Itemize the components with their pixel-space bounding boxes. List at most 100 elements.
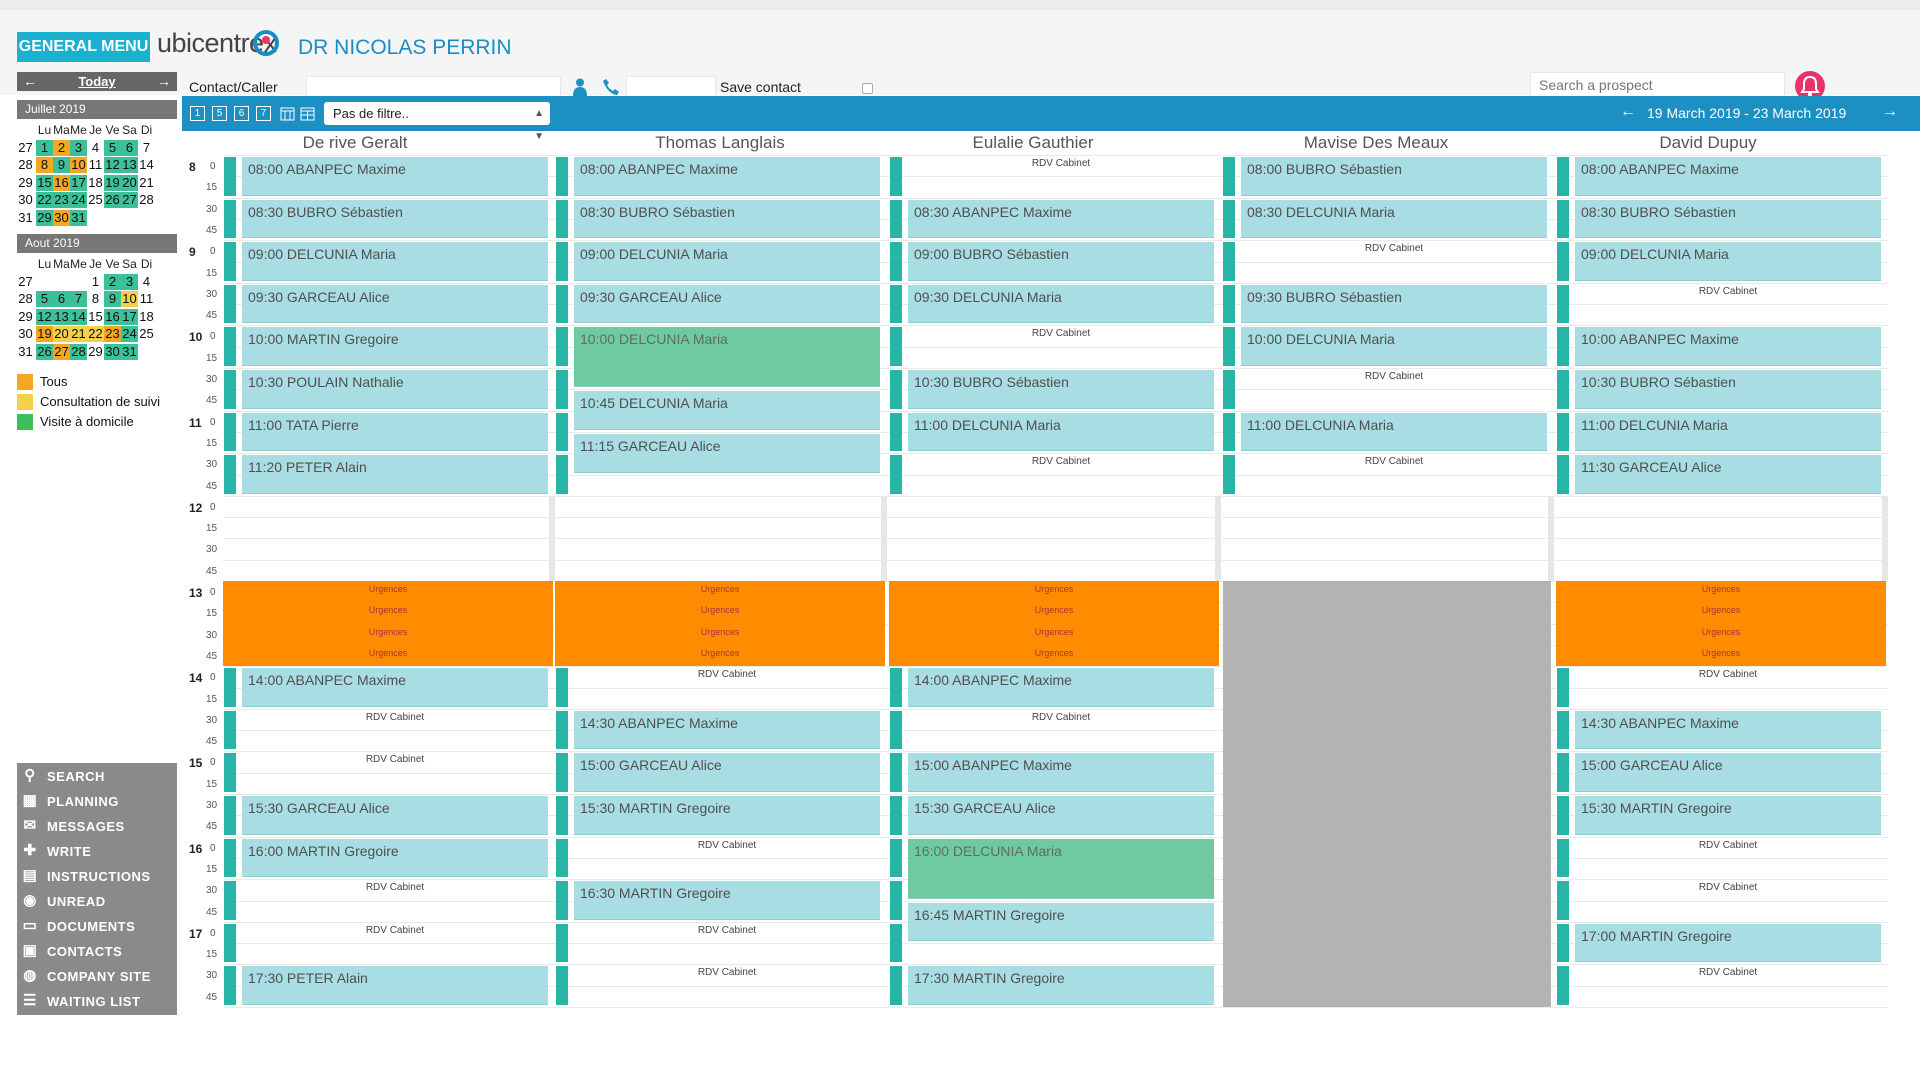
appointment[interactable]: 11:30 GARCEAU Alice: [1575, 455, 1881, 494]
filter-select[interactable]: Pas de filtre.. ▲ ▼: [324, 102, 550, 142]
day-cell[interactable]: 8: [36, 157, 53, 173]
day-cell[interactable]: 30: [53, 209, 70, 226]
slot-marker[interactable]: [224, 668, 236, 707]
appointment[interactable]: 09:30 DELCUNIA Maria: [908, 285, 1214, 323]
slot-marker[interactable]: [890, 200, 902, 238]
appointment[interactable]: 15:00 ABANPEC Maxime: [908, 753, 1214, 792]
appointment[interactable]: 11:15 GARCEAU Alice: [574, 434, 880, 473]
slot-marker[interactable]: [556, 924, 568, 962]
appointment[interactable]: 11:00 DELCUNIA Maria: [1241, 413, 1547, 451]
appointment[interactable]: 16:30 MARTIN Gregoire: [574, 881, 880, 920]
day-cell[interactable]: 1: [36, 139, 53, 156]
day-cell[interactable]: 24: [70, 192, 87, 208]
appointment[interactable]: 10:00 DELCUNIA Maria: [1241, 327, 1547, 366]
view-6-button[interactable]: 6: [234, 106, 249, 121]
day-cell[interactable]: 8: [87, 291, 104, 307]
person-icon[interactable]: [573, 78, 587, 96]
day-cell[interactable]: 5: [36, 291, 53, 307]
day-cell[interactable]: 21: [138, 175, 155, 191]
urgences-block[interactable]: Urgences Urgences Urgences Urgences: [223, 581, 553, 666]
slot-marker[interactable]: [1223, 285, 1235, 323]
side-menu-unread[interactable]: ◉ UNREAD: [17, 888, 177, 913]
side-menu-write[interactable]: ✚ WRITE: [17, 838, 177, 863]
slot-marker[interactable]: [224, 455, 236, 494]
day-cell[interactable]: 27: [121, 192, 138, 208]
slot-marker[interactable]: [556, 668, 568, 707]
day-cell[interactable]: 13: [53, 308, 70, 325]
slot-marker[interactable]: [890, 796, 902, 835]
day-cell[interactable]: 29: [36, 209, 53, 226]
phone-icon[interactable]: [602, 78, 620, 96]
day-cell[interactable]: 15: [87, 309, 104, 325]
slot-marker[interactable]: [1223, 327, 1235, 366]
prev-month-arrow-icon[interactable]: ←: [23, 73, 37, 89]
side-menu-instructions[interactable]: ▤ INSTRUCTIONS: [17, 863, 177, 888]
appointment[interactable]: 15:30 MARTIN Gregoire: [1575, 796, 1881, 835]
appointment[interactable]: 08:30 BUBRO Sébastien: [242, 200, 548, 238]
urgences-block[interactable]: Urgences Urgences Urgences Urgences: [555, 581, 885, 666]
day-cell[interactable]: 18: [138, 309, 155, 325]
slot-marker[interactable]: [1557, 157, 1569, 196]
day-cell[interactable]: 17: [70, 174, 87, 191]
day-cell[interactable]: 17: [121, 308, 138, 325]
side-menu-search[interactable]: ⚲ SEARCH: [17, 763, 177, 788]
appointment[interactable]: 09:00 DELCUNIA Maria: [242, 242, 548, 281]
slot-marker[interactable]: [556, 285, 568, 323]
side-menu-company-site[interactable]: ◍ COMPANY SITE: [17, 963, 177, 988]
slot-marker[interactable]: [224, 413, 236, 451]
view-5-button[interactable]: 5: [212, 106, 227, 121]
slot-marker[interactable]: [890, 711, 902, 749]
day-cell[interactable]: 24: [121, 326, 138, 342]
slot-marker[interactable]: [556, 455, 568, 494]
slot-marker[interactable]: [1223, 370, 1235, 409]
side-menu-documents[interactable]: ▭ DOCUMENTS: [17, 913, 177, 938]
day-cell[interactable]: 23: [53, 192, 70, 208]
view-1-button[interactable]: 1: [190, 106, 205, 121]
slot-marker[interactable]: [890, 668, 902, 707]
slot-marker[interactable]: [1223, 455, 1235, 494]
appointment[interactable]: 08:00 ABANPEC Maxime: [574, 157, 880, 196]
urgences-block[interactable]: Urgences Urgences Urgences Urgences: [1556, 581, 1886, 666]
appointment[interactable]: 10:30 BUBRO Sébastien: [908, 370, 1214, 409]
slot-marker[interactable]: [1557, 668, 1569, 707]
day-cell[interactable]: 1: [87, 274, 104, 290]
day-cell[interactable]: 12: [36, 308, 53, 325]
day-cell[interactable]: 4: [87, 140, 104, 156]
side-menu-messages[interactable]: ✉ MESSAGES: [17, 813, 177, 838]
prev-week-arrow-icon[interactable]: ←: [1620, 103, 1636, 121]
appointment[interactable]: 17:00 MARTIN Gregoire: [1575, 924, 1881, 962]
day-cell[interactable]: 20: [121, 174, 138, 191]
slot-marker[interactable]: [1557, 413, 1569, 451]
day-cell[interactable]: 25: [87, 192, 104, 208]
day-cell[interactable]: 11: [87, 157, 104, 173]
slot-marker[interactable]: [1223, 413, 1235, 451]
slot-marker[interactable]: [1557, 753, 1569, 792]
appointment[interactable]: 11:00 DELCUNIA Maria: [1575, 413, 1881, 451]
day-cell[interactable]: 10: [70, 157, 87, 173]
next-week-arrow-icon[interactable]: →: [1882, 103, 1898, 121]
slot-marker[interactable]: [556, 413, 568, 451]
appointment[interactable]: 09:00 DELCUNIA Maria: [574, 242, 880, 281]
day-cell[interactable]: 11: [138, 291, 155, 307]
appointment[interactable]: 10:00 MARTIN Gregoire: [242, 327, 548, 366]
slot-marker[interactable]: [224, 200, 236, 238]
slot-marker[interactable]: [1223, 200, 1235, 238]
day-cell[interactable]: 16: [104, 308, 121, 325]
slot-marker[interactable]: [224, 881, 236, 920]
side-menu-waiting-list[interactable]: ☰ WAITING LIST: [17, 988, 177, 1013]
appointment[interactable]: 08:00 BUBRO Sébastien: [1241, 157, 1547, 196]
appointment[interactable]: 08:30 BUBRO Sébastien: [574, 200, 880, 238]
slot-marker[interactable]: [556, 966, 568, 1005]
day-cell[interactable]: 26: [104, 192, 121, 208]
slot-marker[interactable]: [1557, 839, 1569, 877]
appointment[interactable]: 15:00 GARCEAU Alice: [1575, 753, 1881, 792]
slot-marker[interactable]: [556, 157, 568, 196]
slot-marker[interactable]: [224, 242, 236, 281]
appointment[interactable]: 15:00 GARCEAU Alice: [574, 753, 880, 792]
appointment[interactable]: 14:30 ABANPEC Maxime: [574, 711, 880, 749]
slot-marker[interactable]: [890, 753, 902, 792]
slot-marker[interactable]: [890, 413, 902, 451]
appointment[interactable]: 16:45 MARTIN Gregoire: [908, 903, 1214, 941]
slot-marker[interactable]: [1557, 370, 1569, 409]
slot-marker[interactable]: [556, 242, 568, 281]
